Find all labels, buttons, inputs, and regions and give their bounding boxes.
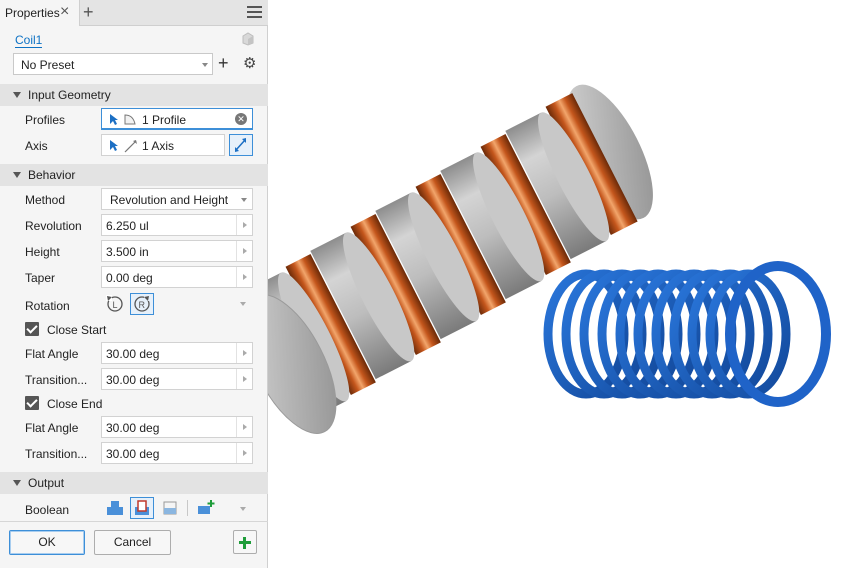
flat-angle-start-value: 30.00 deg: [106, 347, 160, 361]
transition-start-label: Transition...: [25, 373, 88, 387]
boolean-intersect-button[interactable]: [158, 497, 182, 519]
toolbar-divider: [187, 500, 188, 516]
close-icon[interactable]: ×: [60, 3, 69, 21]
value-arrow-icon[interactable]: [236, 215, 252, 235]
rotation-left-hand-button[interactable]: L: [103, 293, 127, 315]
properties-panel: Properties × + Coil1 No Preset + ⚙ Input…: [0, 0, 268, 568]
ok-button[interactable]: OK: [9, 530, 85, 555]
rotation-label: Rotation: [25, 299, 70, 313]
transition-start-value: 30.00 deg: [106, 373, 160, 387]
transition-end-input[interactable]: 30.00 deg: [101, 442, 253, 464]
preset-dropdown[interactable]: No Preset: [13, 53, 213, 75]
value-arrow-icon[interactable]: [236, 241, 252, 261]
chevron-down-icon: [202, 63, 208, 67]
gear-icon[interactable]: ⚙: [243, 55, 256, 73]
flip-axis-button[interactable]: [229, 134, 253, 156]
model-viewport[interactable]: [243, 0, 843, 568]
value-arrow-icon[interactable]: [236, 267, 252, 287]
section-behavior[interactable]: Behavior: [0, 164, 268, 186]
collapse-triangle-icon: [13, 92, 21, 98]
section-title: Behavior: [28, 168, 76, 182]
method-label: Method: [25, 193, 66, 207]
rotation-ccw-icon: L: [106, 295, 123, 312]
flat-angle-end-label: Flat Angle: [25, 421, 79, 435]
flip-direction-icon: [235, 138, 246, 152]
close-end-checkbox[interactable]: [25, 396, 39, 410]
axis-value: 1 Axis: [142, 139, 175, 153]
boolean-label: Boolean: [25, 503, 70, 517]
new-solid-icon: [198, 500, 215, 514]
axis-selector[interactable]: 1 Axis: [101, 134, 225, 156]
svg-text:R: R: [139, 300, 146, 310]
coil-spring[interactable]: [543, 261, 831, 407]
chevron-down-icon[interactable]: [240, 507, 246, 511]
apply-plus-button[interactable]: [233, 530, 257, 554]
flat-angle-end-value: 30.00 deg: [106, 421, 160, 435]
rotation-cw-icon: R: [134, 295, 150, 312]
value-arrow-icon[interactable]: [236, 443, 252, 463]
rotation-right-hand-button[interactable]: R: [130, 293, 154, 315]
cancel-button[interactable]: Cancel: [94, 530, 171, 555]
model-canvas[interactable]: [243, 0, 843, 568]
new-solid-button[interactable]: [194, 497, 218, 519]
boolean-join-button[interactable]: [103, 497, 127, 519]
add-tab-icon[interactable]: +: [83, 2, 94, 22]
transition-start-input[interactable]: 30.00 deg: [101, 368, 253, 390]
section-title: Input Geometry: [28, 88, 111, 102]
transition-end-value: 30.00 deg: [106, 447, 160, 461]
value-arrow-icon[interactable]: [236, 417, 252, 437]
clear-icon[interactable]: ✕: [235, 113, 247, 125]
intersect-icon: [163, 501, 177, 515]
height-label: Height: [25, 245, 60, 259]
flat-angle-end-input[interactable]: 30.00 deg: [101, 416, 253, 438]
axis-line-icon: [124, 140, 137, 153]
value-arrow-icon[interactable]: [236, 369, 252, 389]
close-end-label: Close End: [47, 397, 103, 411]
chevron-down-icon: [241, 198, 247, 202]
profile-shape-icon: [124, 114, 136, 125]
profiles-selector[interactable]: 1 Profile ✕: [101, 108, 253, 130]
profiles-label: Profiles: [25, 113, 66, 127]
select-cursor-icon: [110, 140, 118, 151]
value-arrow-icon[interactable]: [236, 343, 252, 363]
method-dropdown[interactable]: Revolution and Height: [101, 188, 253, 210]
cut-icon: [135, 500, 149, 515]
height-input[interactable]: 3.500 in: [101, 240, 253, 262]
revolution-value: 6.250 ul: [106, 219, 149, 233]
flat-angle-start-input[interactable]: 30.00 deg: [101, 342, 253, 364]
profiles-value: 1 Profile: [142, 113, 187, 127]
close-start-label: Close Start: [47, 323, 107, 337]
close-start-checkbox[interactable]: [25, 322, 39, 336]
method-value: Revolution and Height: [110, 193, 229, 207]
taper-value: 0.00 deg: [106, 271, 153, 285]
collapse-triangle-icon: [13, 480, 21, 486]
join-icon: [107, 501, 123, 515]
footer-divider: [0, 521, 268, 522]
chevron-down-icon[interactable]: [240, 302, 246, 306]
revolution-input[interactable]: 6.250 ul: [101, 214, 253, 236]
tab-title: Properties: [5, 6, 60, 20]
add-preset-icon[interactable]: +: [218, 54, 229, 72]
cube-icon: [242, 32, 254, 46]
select-cursor-icon: [110, 114, 118, 125]
boolean-cut-button[interactable]: [130, 497, 154, 519]
flat-angle-start-label: Flat Angle: [25, 347, 79, 361]
collapse-triangle-icon: [13, 172, 21, 178]
height-value: 3.500 in: [106, 245, 149, 259]
axis-label: Axis: [25, 139, 48, 153]
panel-tabbar: Properties × +: [0, 0, 268, 26]
feature-name-link[interactable]: Coil1: [15, 33, 43, 48]
tab-properties[interactable]: Properties ×: [0, 0, 80, 26]
section-output[interactable]: Output: [0, 472, 268, 494]
section-input-geometry[interactable]: Input Geometry: [0, 84, 268, 106]
taper-input[interactable]: 0.00 deg: [101, 266, 253, 288]
svg-text:L: L: [113, 300, 118, 310]
taper-label: Taper: [25, 271, 56, 285]
revolution-label: Revolution: [25, 219, 82, 233]
hamburger-menu-icon[interactable]: [247, 6, 262, 19]
preset-value: No Preset: [21, 58, 75, 72]
section-title: Output: [28, 476, 65, 490]
transition-end-label: Transition...: [25, 447, 88, 461]
